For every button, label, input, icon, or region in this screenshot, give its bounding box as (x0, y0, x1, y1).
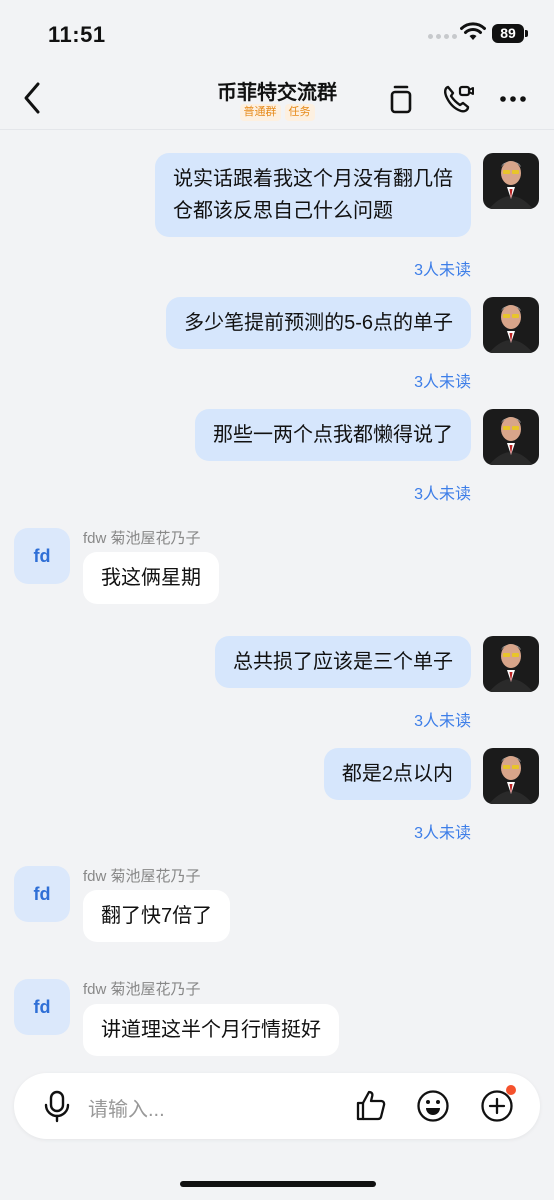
message-input-bar[interactable]: 请输入... (14, 1073, 540, 1139)
notification-dot (506, 1085, 516, 1095)
message-list[interactable]: 说实话跟着我这个月没有翻几倍 仓都该反思自己什么问题 3人未读 多少笔提前预测的… (0, 131, 554, 1070)
sender-name: fdw 菊池屋花乃子 (83, 530, 201, 547)
unread-status[interactable]: 3人未读 (414, 707, 471, 731)
message-text-line-2: 仓都该反思自己什么问题 (173, 200, 393, 222)
more-icon[interactable] (498, 82, 532, 116)
battery-indicator: 89 (492, 24, 524, 43)
avatar[interactable] (483, 636, 539, 692)
avatar[interactable] (483, 297, 539, 353)
unread-status[interactable]: 3人未读 (414, 819, 471, 843)
message-bubble[interactable]: 总共损了应该是三个单子 (215, 636, 471, 688)
avatar[interactable]: fd (14, 866, 70, 922)
message-bubble[interactable]: 说实话跟着我这个月没有翻几倍 仓都该反思自己什么问题 (155, 153, 471, 237)
message-bubble[interactable]: 翻了快7倍了 (83, 890, 231, 942)
sender-name: fdw 菊池屋花乃子 (83, 868, 201, 885)
avatar[interactable] (483, 748, 539, 804)
unread-status[interactable]: 3人未读 (414, 480, 471, 504)
message-bubble[interactable]: 都是2点以内 (323, 748, 471, 800)
thumbs-up-icon[interactable] (354, 1089, 388, 1123)
avatar[interactable] (483, 153, 539, 209)
avatar[interactable] (483, 409, 539, 465)
chat-header: 币菲特交流群 普通群 任务 (0, 64, 554, 130)
microphone-icon[interactable] (40, 1089, 74, 1123)
message-input[interactable]: 请输入... (88, 1093, 165, 1122)
call-icon[interactable] (440, 82, 474, 116)
avatar[interactable]: fd (14, 528, 70, 584)
tag-group-type: 普通群 (239, 104, 281, 121)
emoji-icon[interactable] (416, 1089, 450, 1123)
message-bubble[interactable]: 多少笔提前预测的5-6点的单子 (166, 297, 471, 349)
unread-status[interactable]: 3人未读 (414, 368, 471, 392)
unread-status[interactable]: 3人未读 (414, 256, 471, 280)
message-bubble[interactable]: 我这俩星期 (83, 552, 219, 604)
signal-icon (428, 34, 457, 39)
avatar[interactable]: fd (14, 979, 70, 1035)
battery-tip (525, 30, 528, 37)
wifi-icon (460, 22, 486, 40)
status-bar: 11:51 89 (0, 0, 554, 64)
home-indicator[interactable] (180, 1181, 376, 1187)
pages-icon[interactable] (384, 82, 418, 116)
status-time: 11:51 (48, 22, 106, 47)
tag-task[interactable]: 任务 (284, 104, 315, 121)
message-bubble[interactable]: 那些一两个点我都懒得说了 (195, 409, 471, 461)
message-bubble[interactable]: 讲道理这半个月行情挺好 (83, 1004, 339, 1056)
sender-name: fdw 菊池屋花乃子 (83, 981, 201, 998)
message-text-line-1: 说实话跟着我这个月没有翻几倍 (173, 168, 453, 190)
